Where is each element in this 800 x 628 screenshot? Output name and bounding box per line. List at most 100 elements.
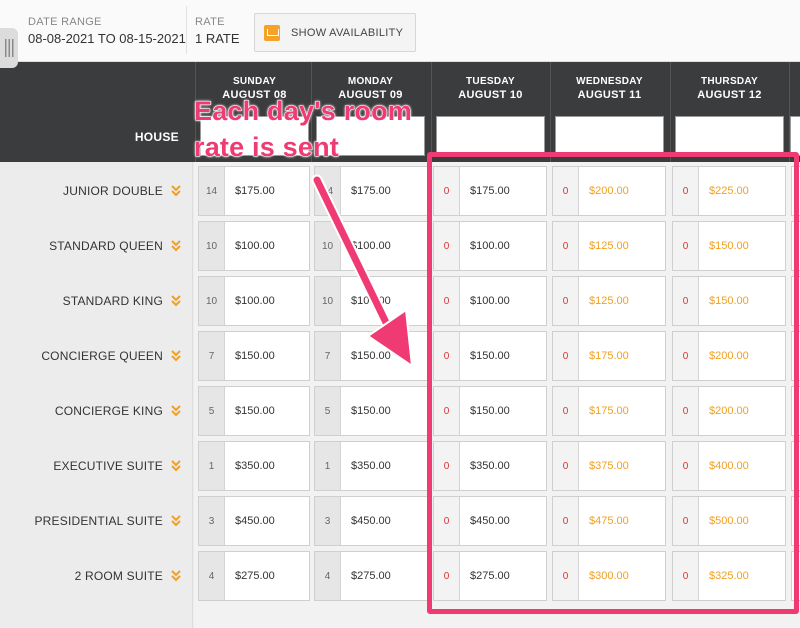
rate-price[interactable]: $375.00: [589, 442, 629, 490]
rate-cell[interactable]: 10 $100.00: [198, 221, 310, 271]
rate-cell[interactable]: ★0$325.00: [672, 551, 786, 601]
rate-price[interactable]: $100.00: [351, 277, 391, 325]
double-chevron-down-icon[interactable]: [171, 460, 181, 472]
rate-price[interactable]: $350.00: [351, 442, 391, 490]
room-type-row[interactable]: CONCIERGE KING: [0, 386, 193, 436]
rate-price[interactable]: $275.00: [235, 552, 275, 600]
rate-cell[interactable]: ★0$150.00: [672, 221, 786, 271]
rate-price[interactable]: $350.00: [235, 442, 275, 490]
rate-price[interactable]: $200.00: [589, 167, 629, 215]
room-type-row[interactable]: 2 ROOM SUITE: [0, 551, 193, 601]
rate-price[interactable]: $150.00: [709, 222, 749, 270]
rate-cell[interactable]: [791, 221, 800, 271]
rate-cell[interactable]: [791, 441, 800, 491]
rate-cell[interactable]: ★0$200.00: [672, 331, 786, 381]
rate-cell[interactable]: ★0$375.00: [552, 441, 666, 491]
rate-cell[interactable]: [791, 331, 800, 381]
rate-cell[interactable]: ★0$200.00: [552, 166, 666, 216]
rate-cell[interactable]: 4 $275.00: [198, 551, 310, 601]
rate-price[interactable]: $150.00: [470, 387, 510, 435]
day-bulk-input[interactable]: [555, 116, 664, 156]
rate-cell[interactable]: 3 $450.00: [314, 496, 428, 546]
rate-price[interactable]: $175.00: [589, 387, 629, 435]
rate-cell[interactable]: 0 $100.00: [433, 221, 547, 271]
double-chevron-down-icon[interactable]: [171, 185, 181, 197]
day-bulk-input[interactable]: [675, 116, 784, 156]
rate-price[interactable]: $200.00: [709, 332, 749, 380]
rate-cell[interactable]: [791, 496, 800, 546]
rate-cell[interactable]: 5 $150.00: [198, 386, 310, 436]
rate-cell[interactable]: 1 $350.00: [314, 441, 428, 491]
rate-cell[interactable]: 0 $275.00: [433, 551, 547, 601]
day-bulk-input[interactable]: [790, 116, 800, 156]
rate-price[interactable]: $200.00: [709, 387, 749, 435]
rate-cell[interactable]: [791, 276, 800, 326]
rate-cell[interactable]: 0 $450.00: [433, 496, 547, 546]
rate-cell[interactable]: ★0$175.00: [552, 386, 666, 436]
rate-price[interactable]: $125.00: [589, 277, 629, 325]
rate-cell[interactable]: ★0$500.00: [672, 496, 786, 546]
rate-price[interactable]: $150.00: [470, 332, 510, 380]
rate-price[interactable]: $475.00: [589, 497, 629, 545]
rate-cell[interactable]: 0 $350.00: [433, 441, 547, 491]
double-chevron-down-icon[interactable]: [171, 350, 181, 362]
rate-price[interactable]: $225.00: [709, 167, 749, 215]
rate-price[interactable]: $150.00: [235, 332, 275, 380]
room-type-row[interactable]: PRESIDENTIAL SUITE: [0, 496, 193, 546]
room-type-row[interactable]: JUNIOR DOUBLE: [0, 166, 193, 216]
double-chevron-down-icon[interactable]: [171, 515, 181, 527]
rate-price[interactable]: $450.00: [351, 497, 391, 545]
double-chevron-down-icon[interactable]: [171, 240, 181, 252]
day-bulk-input[interactable]: [436, 116, 545, 156]
rate-price[interactable]: $275.00: [351, 552, 391, 600]
rate-price[interactable]: $150.00: [351, 332, 391, 380]
rate-price[interactable]: $325.00: [709, 552, 749, 600]
rate-cell[interactable]: 0 $100.00: [433, 276, 547, 326]
rate-cell[interactable]: ★0$200.00: [672, 386, 786, 436]
rate-cell[interactable]: ★0$475.00: [552, 496, 666, 546]
rate-cell[interactable]: [791, 386, 800, 436]
rate-price[interactable]: $175.00: [470, 167, 510, 215]
room-type-row[interactable]: STANDARD QUEEN: [0, 221, 193, 271]
rate-price[interactable]: $500.00: [709, 497, 749, 545]
rate-cell[interactable]: [791, 166, 800, 216]
rate-cell[interactable]: 14 $175.00: [314, 166, 428, 216]
rate-price[interactable]: $125.00: [589, 222, 629, 270]
rate-price[interactable]: $100.00: [470, 222, 510, 270]
rate-cell[interactable]: 7 $150.00: [314, 331, 428, 381]
rate-cell[interactable]: 7 $150.00: [198, 331, 310, 381]
rate-cell[interactable]: 10 $100.00: [314, 276, 428, 326]
rate-cell[interactable]: ★0$225.00: [672, 166, 786, 216]
rate-cell[interactable]: ★0$125.00: [552, 276, 666, 326]
rate-cell[interactable]: ★0$150.00: [672, 276, 786, 326]
rate-price[interactable]: $150.00: [351, 387, 391, 435]
rate-price[interactable]: $275.00: [470, 552, 510, 600]
rate-price[interactable]: $150.00: [709, 277, 749, 325]
rate-cell[interactable]: ★0$400.00: [672, 441, 786, 491]
room-type-row[interactable]: STANDARD KING: [0, 276, 193, 326]
rate-cell[interactable]: [791, 551, 800, 601]
rate-cell[interactable]: ★0$175.00: [552, 331, 666, 381]
rate-price[interactable]: $350.00: [470, 442, 510, 490]
rate-cell[interactable]: ★0$125.00: [552, 221, 666, 271]
rate-price[interactable]: $450.00: [235, 497, 275, 545]
rate-price[interactable]: $175.00: [589, 332, 629, 380]
rate-price[interactable]: $100.00: [235, 277, 275, 325]
rate-cell[interactable]: 1 $350.00: [198, 441, 310, 491]
rate-cell[interactable]: 14 $175.00: [198, 166, 310, 216]
rate-selector[interactable]: RATE 1 RATE: [195, 16, 240, 46]
rate-price[interactable]: $100.00: [470, 277, 510, 325]
rate-price[interactable]: $175.00: [351, 167, 391, 215]
rate-cell[interactable]: 5 $150.00: [314, 386, 428, 436]
rate-price[interactable]: $100.00: [235, 222, 275, 270]
rate-cell[interactable]: ★0$300.00: [552, 551, 666, 601]
drawer-handle[interactable]: [0, 28, 18, 68]
double-chevron-down-icon[interactable]: [171, 295, 181, 307]
rate-price[interactable]: $300.00: [589, 552, 629, 600]
rate-price[interactable]: $400.00: [709, 442, 749, 490]
rate-cell[interactable]: 10 $100.00: [314, 221, 428, 271]
rate-price[interactable]: $100.00: [351, 222, 391, 270]
rate-price[interactable]: $175.00: [235, 167, 275, 215]
double-chevron-down-icon[interactable]: [171, 570, 181, 582]
rate-cell[interactable]: 0 $175.00: [433, 166, 547, 216]
